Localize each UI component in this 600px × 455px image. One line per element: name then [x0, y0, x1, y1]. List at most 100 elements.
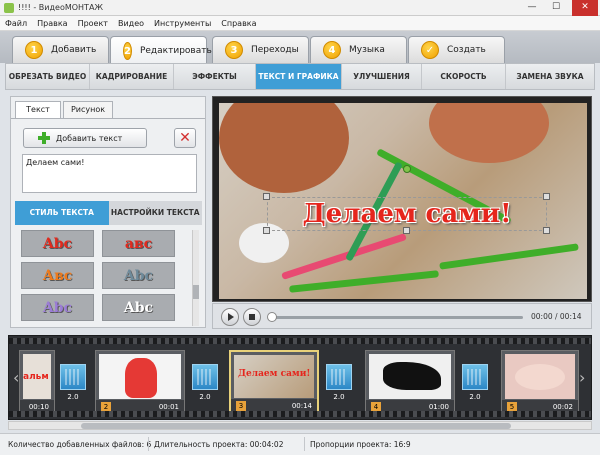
menu-bar: Файл Правка Проект Видео Инструменты Справка [0, 16, 600, 31]
transition-duration: 2.0 [199, 393, 211, 401]
tab-speed[interactable]: СКОРОСТЬ [422, 64, 506, 89]
style-sample[interactable]: Авс [21, 262, 94, 289]
transition-duration: 2.0 [469, 393, 481, 401]
clip-thumbnail [99, 354, 181, 399]
plus-icon [38, 132, 50, 144]
player-controls: 00:00 / 00:14 [212, 303, 592, 329]
clip-1[interactable]: альм 00:10 [19, 350, 55, 416]
baby-shape [515, 364, 565, 390]
project-ratio: Пропорции проекта: 16:9 [310, 440, 411, 449]
step-number-badge: 4 [323, 41, 341, 59]
clip-5[interactable]: 5 00:02 [501, 350, 579, 416]
tab-replace-sound[interactable]: ЗАМЕНА ЗВУКА [506, 64, 594, 89]
style-tabs: СТИЛЬ ТЕКСТА НАСТРОЙКИ ТЕКСТА [15, 201, 202, 225]
transition-slot[interactable]: 2.0 [59, 364, 87, 408]
window-title: !!!! - ВидеоМОНТАЖ [18, 3, 104, 12]
dog-shape [383, 362, 441, 390]
tab-text[interactable]: Текст [15, 101, 61, 118]
resize-handle[interactable] [403, 227, 410, 234]
menu-file[interactable]: Файл [0, 16, 32, 31]
scroll-thumb[interactable] [81, 423, 511, 429]
style-sample[interactable]: авс [102, 230, 175, 257]
transition-icon [192, 364, 218, 390]
clip-caption-text: альм [23, 372, 49, 382]
style-sample[interactable]: Abc [21, 230, 94, 257]
menu-edit[interactable]: Правка [32, 16, 72, 31]
style-sample[interactable]: Abc [102, 294, 175, 321]
tab-picture[interactable]: Рисунок [63, 101, 113, 118]
close-icon: ✕ [179, 130, 191, 146]
tab-text-style[interactable]: СТИЛЬ ТЕКСТА [15, 201, 109, 225]
transition-slot[interactable]: 2.0 [325, 364, 353, 408]
transition-icon [326, 364, 352, 390]
resize-handle[interactable] [263, 193, 270, 200]
resize-handle[interactable] [543, 227, 550, 234]
caption-overlay[interactable]: Делаем сами! [267, 197, 547, 231]
seek-handle[interactable] [267, 312, 277, 322]
style-sample[interactable]: Abc [21, 294, 94, 321]
film-sprocket [9, 411, 591, 417]
storyboard-timeline: ‹ › альм 00:10 2.0 2 00:01 2.0 Делаем сам… [8, 335, 592, 420]
minimize-button[interactable]: — [522, 0, 542, 16]
step-label: Переходы [251, 45, 299, 55]
tab-text-settings[interactable]: НАСТРОЙКИ ТЕКСТА [109, 201, 203, 225]
time-display: 00:00 / 00:14 [531, 312, 582, 321]
menu-project[interactable]: Проект [73, 16, 113, 31]
delete-text-button[interactable]: ✕ [174, 128, 196, 148]
files-count: Количество добавленных файлов: 6 [8, 440, 152, 449]
style-scrollbar[interactable] [192, 230, 199, 326]
resize-handle[interactable] [263, 227, 270, 234]
stick-shape [289, 270, 439, 293]
clip-thumbnail: альм [23, 354, 51, 399]
stop-button[interactable] [243, 308, 261, 326]
text-style-gallery: Abc авс Авс Abc Abc Abc [21, 230, 191, 326]
step-label: Добавить [51, 45, 97, 55]
step-transitions[interactable]: 3 Переходы [212, 36, 309, 63]
film-sprocket [9, 338, 591, 344]
clip-2[interactable]: 2 00:01 [95, 350, 185, 416]
style-sample[interactable]: Abc [102, 262, 175, 289]
clip-thumbnail [505, 354, 575, 399]
maximize-button[interactable]: ☐ [546, 0, 566, 16]
rotate-handle[interactable] [403, 165, 411, 173]
transition-icon [60, 364, 86, 390]
step-edit[interactable]: 2 Редактировать [110, 36, 212, 64]
step-create[interactable]: ✓ Создать [408, 36, 505, 63]
stop-icon [249, 314, 255, 320]
resize-handle[interactable] [543, 193, 550, 200]
tab-crop[interactable]: КАДРИРОВАНИЕ [90, 64, 174, 89]
tab-enhance[interactable]: УЛУЧШЕНИЯ [342, 64, 422, 89]
steps-bar: 1 Добавить 2 Редактировать 3 Переходы 4 Музы… [0, 31, 600, 64]
tab-text-graphics[interactable]: ТЕКСТ И ГРАФИКА [256, 64, 342, 89]
transition-slot[interactable]: 2.0 [461, 364, 489, 408]
clip-4[interactable]: 4 01:00 [365, 350, 455, 416]
step-add[interactable]: 1 Добавить [12, 36, 109, 63]
tab-effects[interactable]: ЭФФЕКТЫ [174, 64, 256, 89]
menu-tools[interactable]: Инструменты [149, 16, 216, 31]
style-sample-text: Abc [42, 235, 73, 252]
scroll-right-icon[interactable]: › [579, 368, 585, 387]
clip-3[interactable]: Делаем сами! 3 00:14 [229, 350, 319, 416]
play-button[interactable] [221, 308, 239, 326]
menu-video[interactable]: Видео [113, 16, 149, 31]
project-duration: Длительность проекта: 00:04:02 [154, 440, 284, 449]
seek-bar[interactable] [271, 316, 523, 319]
step-number-badge: 3 [225, 41, 243, 59]
tab-trim[interactable]: ОБРЕЗАТЬ ВИДЕО [6, 64, 90, 89]
scroll-thumb[interactable] [193, 285, 199, 299]
step-music[interactable]: 4 Музыка [310, 36, 407, 63]
divider [11, 118, 205, 119]
add-text-button[interactable]: Добавить текст [23, 128, 147, 148]
transition-icon [462, 364, 488, 390]
title-bar: !!!! - ВидеоМОНТАЖ — ☐ ✕ [0, 0, 600, 16]
text-input[interactable]: Делаем сами! [22, 154, 197, 193]
close-button[interactable]: ✕ [572, 0, 598, 16]
menu-help[interactable]: Справка [216, 16, 261, 31]
status-bar: Количество добавленных файлов: 6 Длитель… [0, 433, 600, 455]
step-number-badge: 2 [123, 41, 132, 60]
text-panel: Текст Рисунок Добавить текст ✕ Делаем са… [10, 96, 206, 328]
timeline-scrollbar[interactable] [8, 421, 592, 430]
transition-slot[interactable]: 2.0 [191, 364, 219, 408]
hand-shape [219, 103, 349, 193]
step-label: Редактировать [139, 45, 212, 56]
